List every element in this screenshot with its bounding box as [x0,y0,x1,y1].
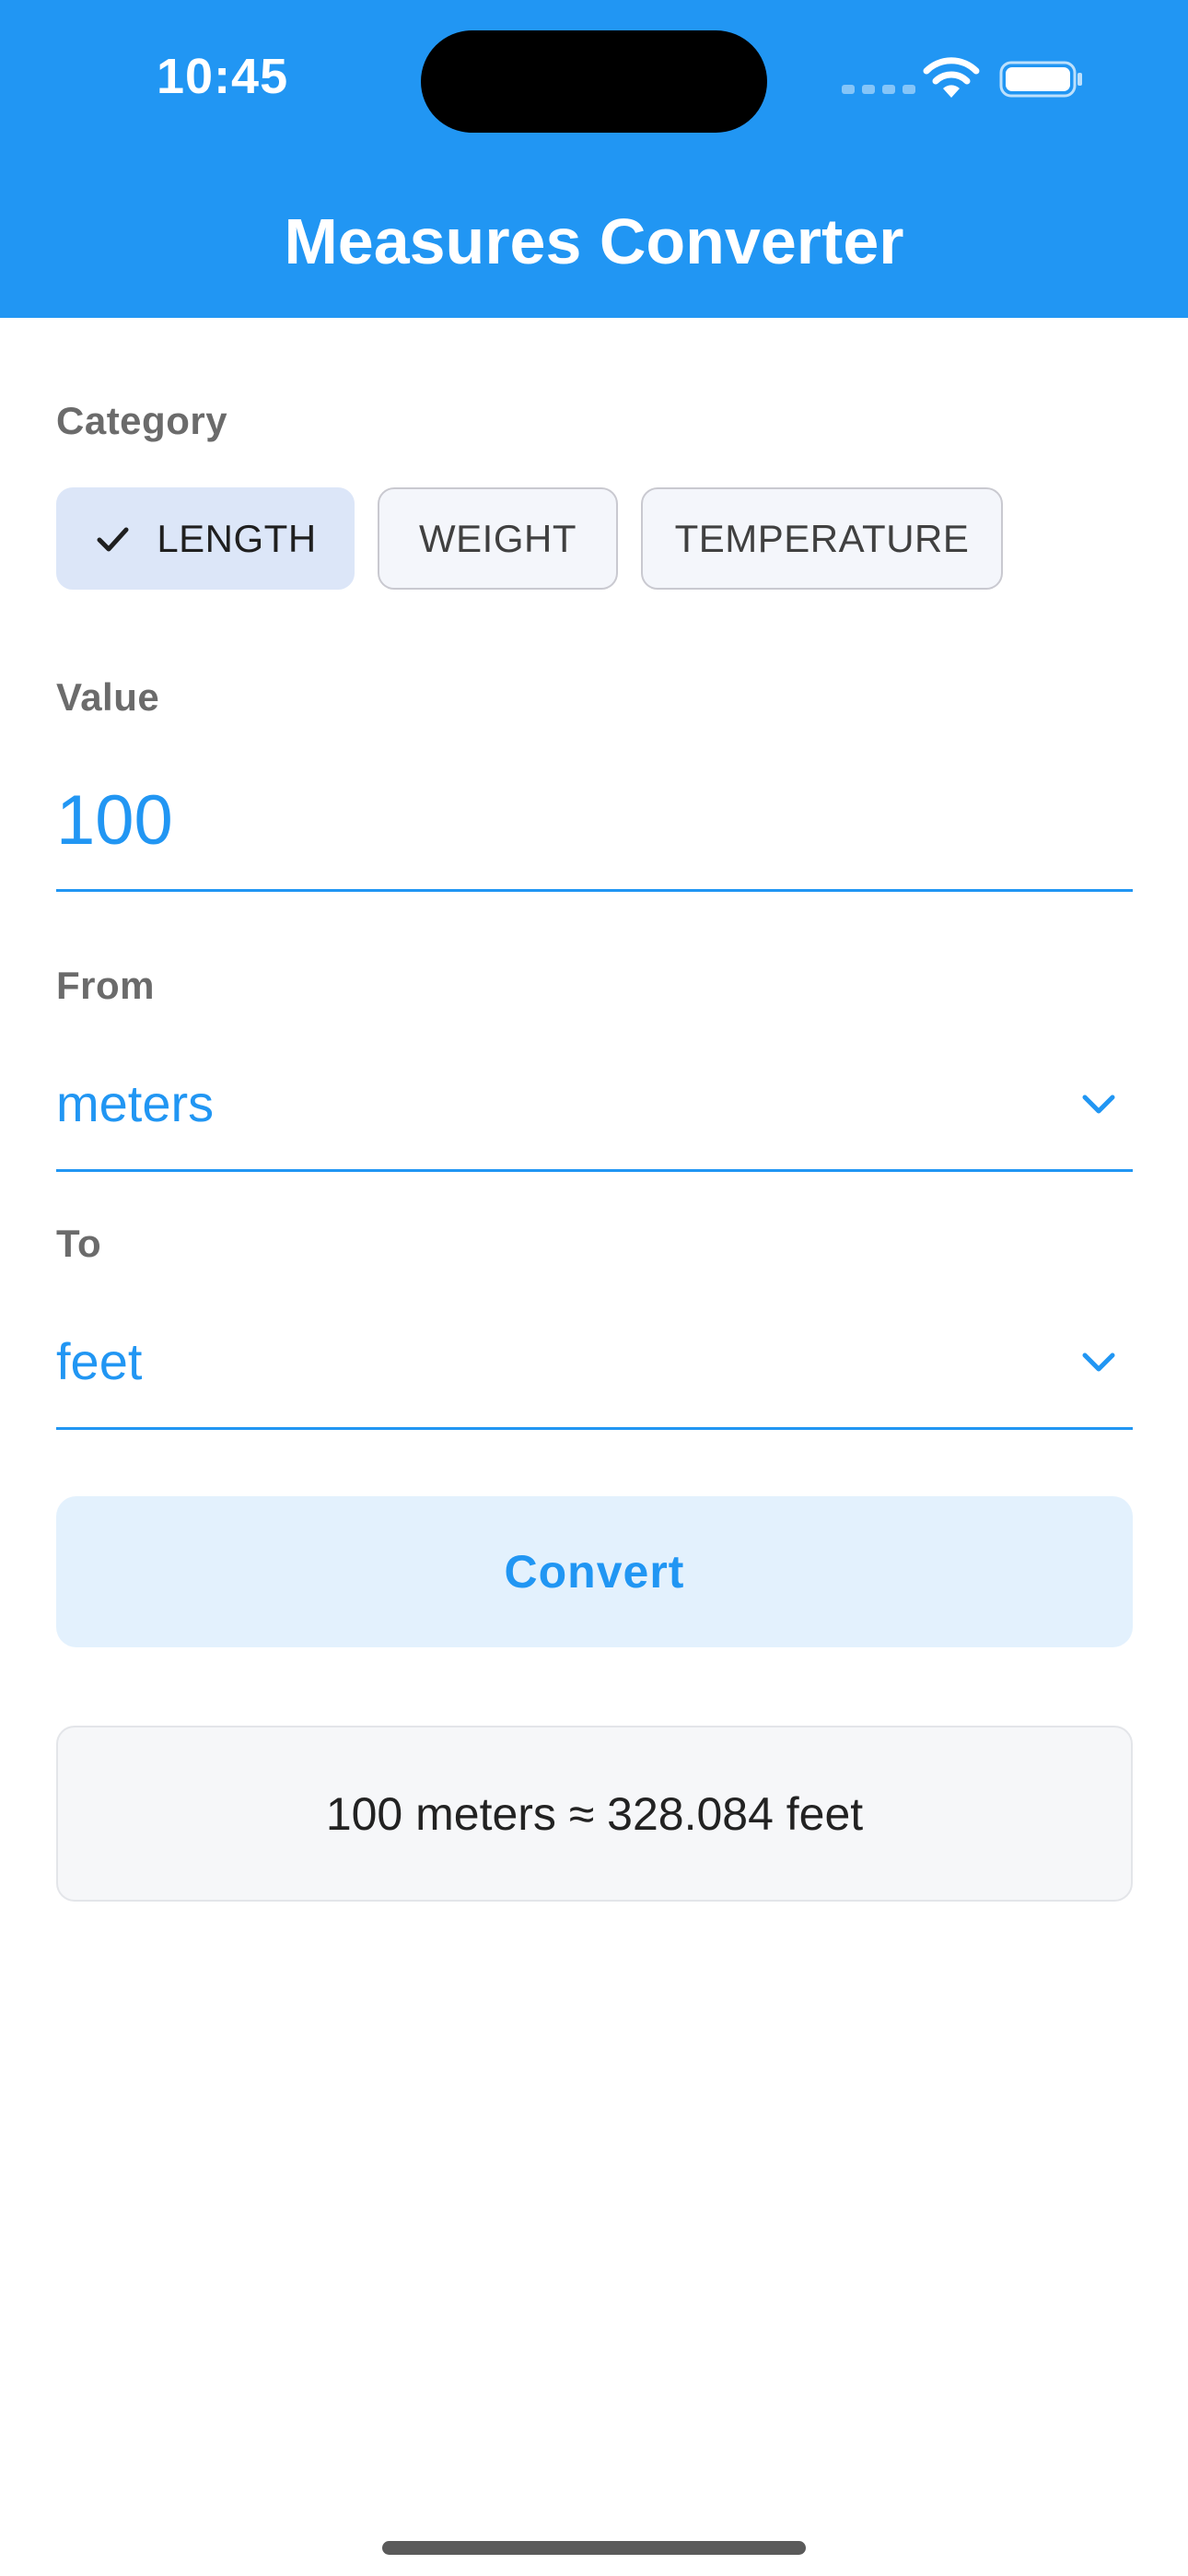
from-dropdown[interactable]: meters [56,1073,214,1133]
convert-button[interactable]: Convert [56,1496,1133,1647]
signal-icon [842,85,915,94]
chip-temperature-label: TEMPERATURE [674,516,970,560]
app-header: 10:45 Measures Converter [0,0,1188,318]
chip-temperature[interactable]: TEMPERATURE [641,487,1003,590]
result-box: 100 meters ≈ 328.084 feet [56,1726,1133,1902]
chevron-down-icon[interactable] [1077,1341,1120,1383]
value-label: Value [56,675,160,719]
category-label: Category [56,399,228,442]
chip-weight[interactable]: WEIGHT [378,487,618,590]
value-input-underline [56,889,1133,892]
value-input[interactable]: 100 [56,780,173,861]
to-dropdown-underline [56,1427,1133,1430]
dynamic-island [421,30,767,133]
from-label: From [56,964,155,1007]
app-screen: 10:45 Measures Converter Category LENGTH… [0,0,1188,2576]
page-title: Measures Converter [284,205,904,277]
battery-icon [999,61,1082,98]
result-text: 100 meters ≈ 328.084 feet [325,1787,864,1840]
chip-length-label: LENGTH [157,516,317,560]
wifi-icon [923,57,980,98]
check-icon [97,527,129,551]
chip-weight-label: WEIGHT [419,516,577,560]
home-indicator[interactable] [382,2541,806,2555]
to-label: To [56,1222,102,1265]
from-dropdown-underline [56,1169,1133,1172]
chevron-down-icon[interactable] [1077,1083,1120,1125]
status-time: 10:45 [157,49,289,104]
chip-length[interactable]: LENGTH [56,487,355,590]
to-dropdown[interactable]: feet [56,1331,142,1391]
